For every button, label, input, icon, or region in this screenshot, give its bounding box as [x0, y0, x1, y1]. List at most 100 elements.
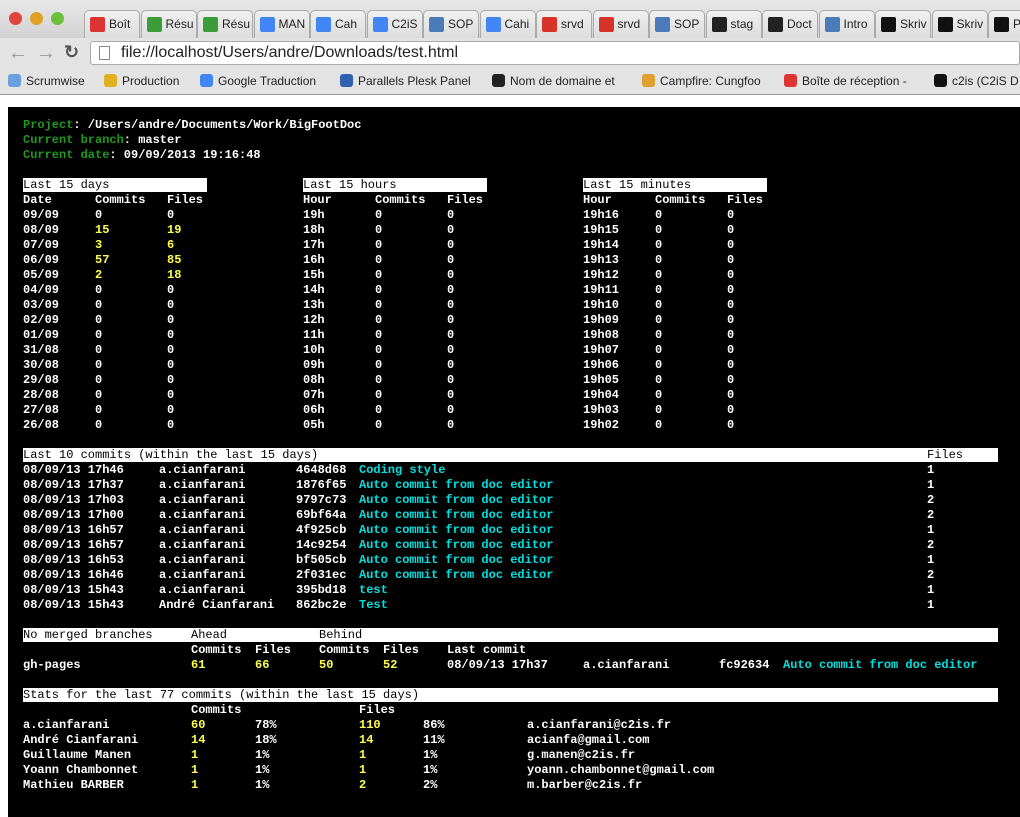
- hours-cell: 0: [375, 418, 383, 432]
- minutes-column-header: Files: [727, 193, 764, 207]
- tab[interactable]: srvd: [592, 10, 649, 38]
- bookmark[interactable]: c2is (C2iS D: [934, 74, 1019, 88]
- commit-cell: a.cianfarani: [159, 553, 246, 567]
- bookmark-label: Scrumwise: [26, 74, 85, 88]
- stats-cell: 1: [359, 748, 367, 762]
- close-window-button[interactable]: [9, 12, 22, 25]
- tab[interactable]: Résu: [140, 10, 197, 38]
- tab[interactable]: Pu: [988, 10, 1020, 38]
- commits-title: Last 10 commits (within the last 15 days…: [23, 448, 319, 462]
- days-cell: 3: [95, 238, 103, 252]
- docs-icon: [485, 17, 501, 32]
- commit-cell: 1876f65: [296, 478, 347, 492]
- tab[interactable]: srvd: [536, 10, 592, 38]
- commit-cell: 2: [927, 493, 935, 507]
- tab[interactable]: Doct: [762, 10, 818, 38]
- stats-cell: André Cianfarani: [23, 733, 139, 747]
- stats-cell: 18%: [255, 733, 277, 747]
- tab[interactable]: SOP: [423, 10, 479, 38]
- branch-cell: 66: [255, 658, 270, 672]
- bookmark-icon: [104, 74, 117, 87]
- days-cell: 0: [95, 283, 103, 297]
- minutes-cell: 0: [727, 373, 735, 387]
- current-date: 09/09/2013 19:16:48: [123, 148, 261, 162]
- address-bar[interactable]: file://localhost/Users/andre/Downloads/t…: [90, 41, 1020, 65]
- minutes-cell: 0: [655, 388, 663, 402]
- bookmark[interactable]: Nom de domaine et: [492, 74, 615, 88]
- days-cell: 6: [167, 238, 175, 252]
- bookmark[interactable]: Boîte de réception -: [784, 74, 907, 88]
- days-cell: 0: [167, 328, 175, 342]
- sheet-icon: [655, 17, 670, 32]
- minutes-cell: 0: [655, 343, 663, 357]
- minutes-cell: 19h15: [583, 223, 620, 237]
- tab[interactable]: stag: [705, 10, 762, 38]
- hours-cell: 0: [375, 403, 383, 417]
- hours-cell: 0: [375, 223, 383, 237]
- minimize-window-button[interactable]: [30, 12, 43, 25]
- commit-cell: 4648d68: [296, 463, 347, 477]
- stats-cell: 110: [359, 718, 381, 732]
- stats-cell: 2: [359, 778, 367, 792]
- tab[interactable]: Cahi: [479, 10, 536, 38]
- days-cell: 0: [167, 418, 175, 432]
- hours-cell: 06h: [303, 403, 325, 417]
- days-cell: 0: [95, 388, 103, 402]
- minutes-cell: 19h02: [583, 418, 620, 432]
- minutes-cell: 19h16: [583, 208, 620, 222]
- commit-cell: 08/09/13 17h00: [23, 508, 124, 522]
- bookmark-icon: [340, 74, 353, 87]
- tab[interactable]: SOP: [649, 10, 705, 38]
- tab-label: Cah: [335, 17, 358, 31]
- bookmark[interactable]: Parallels Plesk Panel: [340, 74, 471, 88]
- stats-cell: yoann.chambonnet@gmail.com: [527, 763, 715, 777]
- branch-cell: 50: [319, 658, 334, 672]
- hours-cell: 0: [447, 283, 455, 297]
- tab[interactable]: Cah: [310, 10, 366, 38]
- tab-label: SOP: [448, 17, 474, 31]
- tab[interactable]: Résu: [197, 10, 253, 38]
- bookmark-label: Google Traduction: [218, 74, 317, 88]
- reload-icon[interactable]: ↻: [64, 42, 79, 63]
- tab[interactable]: Boît: [84, 10, 140, 38]
- bookmark[interactable]: Scrumwise: [8, 74, 85, 88]
- url-text: file://localhost/Users/andre/Downloads/t…: [121, 44, 459, 61]
- tab[interactable]: Intro: [818, 10, 875, 38]
- minutes-cell: 19h13: [583, 253, 620, 267]
- stats-cell: a.cianfarani: [23, 718, 110, 732]
- bookmark[interactable]: Production: [104, 74, 179, 88]
- commit-cell: Coding style: [359, 463, 446, 477]
- minutes-cell: 19h14: [583, 238, 620, 252]
- hours-cell: 0: [447, 388, 455, 402]
- hours-cell: 10h: [303, 343, 325, 357]
- forward-icon[interactable]: →: [36, 42, 56, 65]
- minutes-cell: 0: [655, 313, 663, 327]
- tab[interactable]: MAN: [253, 10, 310, 38]
- minutes-cell: 0: [655, 253, 663, 267]
- commit-cell: 08/09/13 17h03: [23, 493, 124, 507]
- hours-cell: 15h: [303, 268, 325, 282]
- commit-cell: 08/09/13 17h46: [23, 463, 124, 477]
- bookmark[interactable]: Campfire: Cungfoo: [642, 74, 761, 88]
- hours-cell: 13h: [303, 298, 325, 312]
- minutes-cell: 19h11: [583, 283, 620, 297]
- tab-label: Pu: [1013, 17, 1020, 31]
- commit-cell: 08/09/13 17h37: [23, 478, 124, 492]
- commit-cell: Auto commit from doc editor: [359, 538, 554, 552]
- bookmark[interactable]: Google Traduction: [200, 74, 316, 88]
- tab[interactable]: Skriv: [875, 10, 931, 38]
- commit-cell: a.cianfarani: [159, 508, 246, 522]
- minutes-cell: 19h05: [583, 373, 620, 387]
- tab[interactable]: Skriv: [931, 10, 988, 38]
- stats-cell: Yoann Chambonnet: [23, 763, 139, 777]
- ahead-header: Ahead: [191, 628, 228, 642]
- minutes-cell: 0: [727, 358, 735, 372]
- hours-cell: 0: [447, 268, 455, 282]
- hours-cell: 0: [375, 208, 383, 222]
- zoom-window-button[interactable]: [51, 12, 64, 25]
- days-cell: 0: [95, 358, 103, 372]
- back-icon[interactable]: ←: [8, 42, 28, 65]
- minutes-cell: 0: [727, 223, 735, 237]
- days-cell: 30/08: [23, 358, 60, 372]
- tab[interactable]: C2iS: [366, 10, 423, 38]
